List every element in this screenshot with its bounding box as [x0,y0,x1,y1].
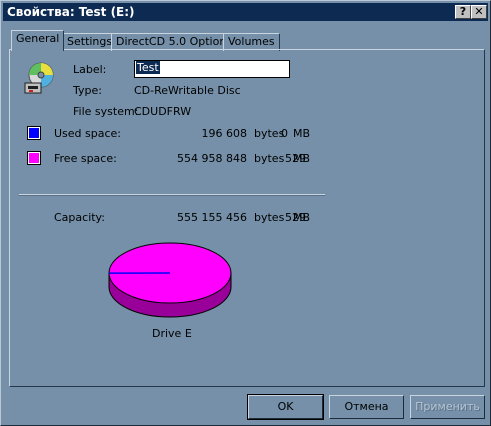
help-button[interactable]: ? [455,5,471,19]
apply-button[interactable]: Применить [410,395,485,419]
free-space-caption: Free space: [54,152,117,165]
free-space-bytes-unit: bytes [254,152,285,165]
filesystem-caption: File system: [73,105,139,118]
free-space-mb-unit: MB [293,152,311,165]
type-value: CD-ReWritable Disc [134,84,241,97]
used-space-bytes-unit: bytes [254,127,285,140]
label-caption: Label: [73,63,107,76]
free-space-bytes: 554 958 848 [177,152,247,165]
used-space-mb: 0 [281,127,288,140]
capacity-bytes-unit: bytes [254,211,285,224]
type-caption: Type: [73,84,102,97]
label-input-value: Test [136,61,160,74]
used-space-caption: Used space: [54,127,122,140]
cancel-button[interactable]: Отмена [329,395,404,419]
used-space-mb-unit: MB [293,127,311,140]
drive-caption: Drive E [152,327,192,340]
tab-general[interactable]: General [11,30,65,51]
window-title: Свойства: Test (E:) [7,5,135,19]
used-space-swatch [27,126,41,140]
capacity-bytes: 555 155 456 [177,211,247,224]
filesystem-value: CDUDFRW [134,105,192,118]
properties-dialog: Свойства: Test (E:) ? ✕ General Settings… [0,0,491,426]
ok-button[interactable]: OK [247,394,324,420]
label-input[interactable]: Test [134,60,290,78]
close-button[interactable]: ✕ [471,5,487,19]
capacity-mb-unit: MB [293,211,311,224]
title-bar: Свойства: Test (E:) ? ✕ [3,3,488,21]
capacity-caption: Capacity: [54,211,105,224]
used-space-bytes: 196 608 [201,127,248,140]
cd-drive-icon [24,62,54,94]
separator-shadow [19,195,325,196]
disk-usage-pie [108,242,232,318]
free-space-swatch [27,151,41,165]
